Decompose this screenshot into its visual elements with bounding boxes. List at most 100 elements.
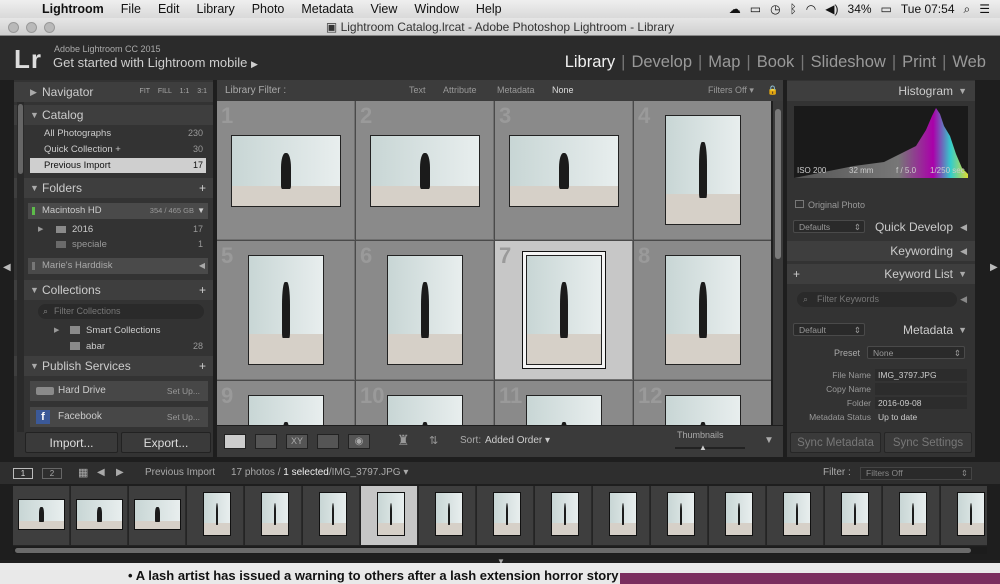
folder-item[interactable]: ▶ 2016 17 <box>30 222 206 237</box>
left-panel-scroll-thumb[interactable] <box>18 104 23 174</box>
photo-thumbnail[interactable] <box>523 252 605 368</box>
filmstrip-thumbnail[interactable] <box>551 492 579 536</box>
back-icon[interactable]: ◀ <box>97 462 105 484</box>
filter-tab-attribute[interactable]: Attribute <box>443 80 477 101</box>
people-view-icon[interactable]: ◉ <box>348 434 370 449</box>
grid-cell-selected[interactable]: 7 <box>495 241 633 380</box>
module-library[interactable]: Library <box>559 53 621 72</box>
filmstrip-cell[interactable] <box>245 486 302 545</box>
filmstrip-thumbnail[interactable] <box>435 492 463 536</box>
secondary-window-button[interactable]: 2 <box>42 468 62 479</box>
add-keyword-icon[interactable]: + <box>793 264 800 284</box>
filmstrip-cell[interactable] <box>13 486 70 545</box>
left-panel-toggle-icon[interactable]: ◀ <box>3 262 11 273</box>
grid-cell[interactable]: 2 <box>356 101 494 240</box>
bluetooth-icon[interactable]: ᛒ <box>790 2 797 16</box>
catalog-item-selected[interactable]: Previous Import 17 <box>30 158 206 173</box>
status-icon[interactable]: ☁ <box>729 2 741 16</box>
catalog-item[interactable]: All Photographs 230 <box>30 126 206 141</box>
add-folder-icon[interactable]: + <box>199 178 206 198</box>
grid-cell[interactable]: 5 <box>217 241 355 380</box>
thumbnail-size-slider-thumb[interactable]: ▲ <box>699 443 707 452</box>
setup-button[interactable]: Set Up... <box>167 407 200 427</box>
import-button[interactable]: Import... <box>25 432 118 453</box>
filmstrip-thumbnail[interactable] <box>667 492 695 536</box>
news-headline[interactable]: A lash artist has issued a warning to ot… <box>136 568 619 583</box>
metadata-header[interactable]: Metadata ▼ <box>867 320 975 340</box>
zoom-fill[interactable]: FILL <box>158 88 172 95</box>
metadata-value[interactable] <box>875 383 967 395</box>
filmstrip-cell[interactable] <box>709 486 766 545</box>
grid-cell[interactable]: 10 <box>356 381 494 425</box>
filmstrip-thumbnail[interactable] <box>725 492 753 536</box>
filmstrip-thumbnail[interactable] <box>899 492 927 536</box>
sort-dropdown[interactable]: Added Order ▾ <box>485 435 550 446</box>
zoom-3-1[interactable]: 3:1 <box>197 88 207 95</box>
publish-service-facebook[interactable]: f Facebook Set Up... <box>30 407 208 427</box>
collection-item[interactable]: ▶ Smart Collections <box>30 323 206 338</box>
filmstrip-cell-selected[interactable] <box>361 486 418 545</box>
compare-view-icon[interactable]: XY <box>286 434 308 449</box>
folders-header[interactable]: ▼ Folders + <box>14 178 213 198</box>
folder-item[interactable]: speciale 1 <box>30 237 206 252</box>
filmstrip-thumbnail[interactable] <box>18 499 65 530</box>
expand-icon[interactable]: ▶ <box>54 323 59 338</box>
left-panel-scrollbar[interactable] <box>17 102 24 432</box>
add-collection-icon[interactable]: + <box>199 280 206 300</box>
metadata-preset-dropdown[interactable]: None ⇕ <box>867 346 965 359</box>
survey-view-icon[interactable] <box>317 434 339 449</box>
grid-cell[interactable]: 4 <box>634 101 771 240</box>
filmstrip-cell[interactable] <box>651 486 708 545</box>
module-web[interactable]: Web <box>946 53 992 72</box>
filmstrip-cell[interactable] <box>71 486 128 545</box>
module-slideshow[interactable]: Slideshow <box>805 53 892 72</box>
photo-thumbnail[interactable] <box>231 135 341 207</box>
module-develop[interactable]: Develop <box>625 53 698 72</box>
photo-thumbnail[interactable] <box>387 395 463 425</box>
volume-icon[interactable]: ◀) <box>825 2 838 16</box>
filmstrip-cell[interactable] <box>593 486 650 545</box>
filmstrip-cell[interactable] <box>187 486 244 545</box>
setup-button[interactable]: Set Up... <box>167 381 200 401</box>
mobile-promo[interactable]: Get started with Lightroom mobile ▶ <box>53 55 258 70</box>
keyword-list-header[interactable]: + Keyword List ▼ <box>787 264 975 284</box>
catalog-header[interactable]: ▼ Catalog <box>14 105 213 125</box>
filmstrip-scroll-thumb[interactable] <box>15 548 971 553</box>
metadata-value[interactable]: 2016-09-08 <box>875 397 967 409</box>
zoom-1-1[interactable]: 1:1 <box>180 88 190 95</box>
filmstrip-source[interactable]: Previous Import <box>145 462 215 484</box>
wifi-icon[interactable]: ◠ <box>806 2 816 16</box>
thumbnail-size-slider[interactable] <box>675 447 745 449</box>
expand-icon[interactable]: ▶ <box>38 222 43 237</box>
filmstrip-thumbnail[interactable] <box>377 492 405 536</box>
module-book[interactable]: Book <box>751 53 801 72</box>
painter-icon[interactable]: ♜ <box>397 432 410 449</box>
filmstrip-thumbnail[interactable] <box>134 499 181 530</box>
zoom-options[interactable]: FIT FILL 1:1 3:1 <box>140 82 207 102</box>
search-icon[interactable]: ⌕ <box>964 2 971 17</box>
filmstrip-thumbnail[interactable] <box>957 492 985 536</box>
grid-view-icon[interactable]: ▦ <box>78 462 88 484</box>
add-publish-service-icon[interactable]: + <box>199 356 206 376</box>
filmstrip-scrollbar[interactable] <box>13 547 987 554</box>
filmstrip-cell[interactable] <box>767 486 824 545</box>
volume-macintosh-hd[interactable]: Macintosh HD 354 / 465 GB ▼ <box>28 203 208 219</box>
zoom-fit[interactable]: FIT <box>140 88 150 95</box>
metadata-view-dropdown[interactable]: Default ⇕ <box>793 323 865 336</box>
menu-file[interactable]: File <box>121 2 141 16</box>
photo-thumbnail[interactable] <box>370 135 480 207</box>
module-map[interactable]: Map <box>702 53 746 72</box>
loupe-view-icon[interactable] <box>255 434 277 449</box>
primary-window-button[interactable]: 1 <box>13 468 33 479</box>
catalog-item[interactable]: Quick Collection + 30 <box>30 142 206 157</box>
sync-metadata-button[interactable]: Sync Metadata <box>790 432 881 453</box>
grid-cell[interactable]: 3 <box>495 101 633 240</box>
navigator-header[interactable]: ▶ Navigator FIT FILL 1:1 3:1 <box>14 82 213 102</box>
menu-metadata[interactable]: Metadata <box>301 2 353 16</box>
menu-edit[interactable]: Edit <box>158 2 180 16</box>
keyword-filter-input[interactable]: ⌕ Filter Keywords <box>797 292 957 307</box>
filmstrip-cell[interactable] <box>535 486 592 545</box>
filmstrip-thumbnail[interactable] <box>841 492 869 536</box>
menu-lightroom[interactable]: Lightroom <box>42 2 104 16</box>
photo-thumbnail[interactable] <box>509 135 619 207</box>
